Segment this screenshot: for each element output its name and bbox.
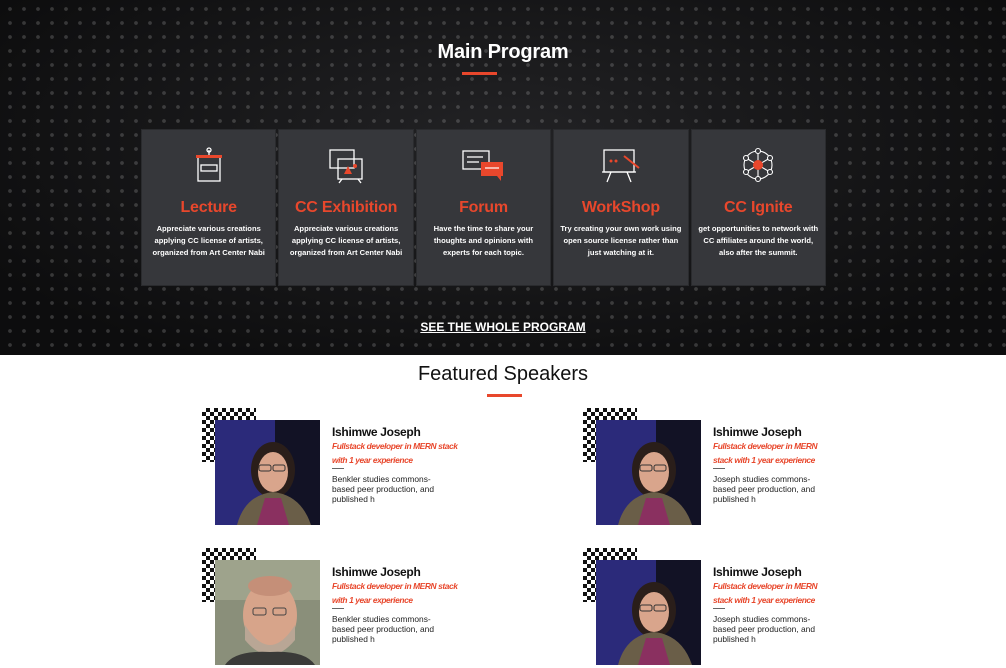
card-title: Forum [459,199,508,216]
speaker-name: Ishimwe Joseph [332,565,421,579]
speaker-name: Ishimwe Joseph [332,425,421,439]
speaker-card[interactable]: Ishimwe Joseph Fullstack developer in ME… [583,408,863,528]
card-description: Appreciate various creations applying CC… [152,224,265,257]
card-title: CC Ignite [724,199,793,216]
program-card-cc-ignite[interactable]: CC Ignite get opportunities to network w… [690,129,826,286]
network-icon [743,147,774,183]
card-description: Appreciate various creations applying CC… [289,224,403,257]
speaker-name: Ishimwe Joseph [713,425,802,439]
speaker-photo [215,560,320,665]
speaker-photo [596,420,701,525]
speaker-role: Fullstack developer in MERN stack with 1… [332,441,458,465]
podium-icon [195,147,222,182]
speaker-card[interactable]: Ishimwe Joseph Fullstack developer in ME… [202,548,482,668]
card-description: Have the time to share your thoughts and… [433,224,534,257]
see-whole-program-link[interactable]: SEE THE WHOLE PROGRAM [0,320,1006,334]
program-card-cc-exhibition[interactable]: CC Exhibition Appreciate various creatio… [278,129,414,286]
speaker-name: Ishimwe Joseph [713,565,802,579]
card-title: Lecture [180,199,237,216]
program-card-workshop[interactable]: WorkShop Try creating your own work usin… [553,129,689,286]
speaker-bio: Joseph studies commons-based peer produc… [713,614,815,644]
speaker-divider [713,468,725,469]
title-underline [487,394,522,397]
speaker-bio: Joseph studies commons-based peer produc… [713,474,815,504]
card-description: Try creating your own work using open so… [560,224,682,257]
speaker-role: Fullstack developer in MERN stack with 1… [713,441,818,465]
speaker-role: Fullstack developer in MERN stack with 1… [713,581,818,605]
main-program-title: Main Program [437,41,569,63]
whiteboard-icon [601,149,640,183]
card-description: get opportunities to network with CC aff… [698,224,819,257]
speaker-divider [713,608,725,609]
featured-speakers-title: Featured Speakers [417,363,589,385]
speaker-photo [215,420,320,525]
card-title: WorkShop [581,199,660,216]
program-card-forum[interactable]: Forum Have the time to share your though… [415,129,552,286]
main-program-section: Main Program Lecture Appreciate various … [0,0,1006,355]
speaker-role: Fullstack developer in MERN stack with 1… [332,581,458,605]
speaker-bio: Benkler studies commons-based peer produ… [332,474,434,504]
speaker-card[interactable]: Ishimwe Joseph Fullstack developer in ME… [202,408,482,528]
speaker-divider [332,468,344,469]
speaker-photo [596,560,701,665]
speaker-bio: Benkler studies commons-based peer produ… [332,614,434,644]
gallery-icon [329,149,363,184]
program-cards: Lecture Appreciate various creations app… [141,129,826,286]
card-title: CC Exhibition [294,199,398,216]
title-underline [462,72,497,75]
speaker-divider [332,608,344,609]
chat-bubbles-icon [462,150,504,181]
speaker-card[interactable]: Ishimwe Joseph Fullstack developer in ME… [583,548,863,668]
program-card-lecture[interactable]: Lecture Appreciate various creations app… [141,129,277,286]
